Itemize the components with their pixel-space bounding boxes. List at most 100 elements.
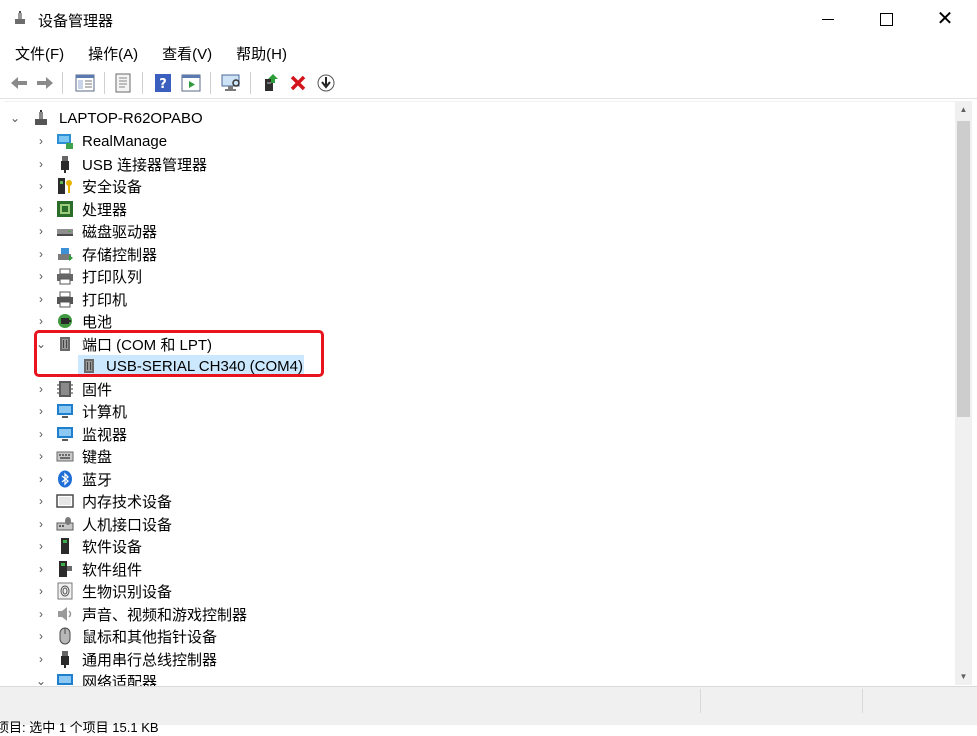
run-icon [181,74,201,92]
speaker-icon [58,607,72,621]
window-title: 设备管理器 [38,13,114,30]
chevron-right-icon[interactable]: › [36,224,46,238]
chevron-right-icon[interactable]: › [36,494,46,508]
tree-label: 软件组件 [82,561,143,579]
update-driver-button[interactable] [259,72,281,94]
software-component-icon [59,561,72,577]
tree-root[interactable]: ⌄ LAPTOP-R62OPABO [4,107,944,129]
help-icon: ? [155,74,171,92]
download-icon [317,74,335,92]
device-manager-icon [15,11,25,24]
chevron-right-icon[interactable]: › [36,292,46,306]
print-queue-icon [57,268,73,285]
chevron-right-icon[interactable]: › [36,427,46,441]
storage-controller-icon [58,248,73,261]
chevron-right-icon[interactable]: › [36,134,46,148]
device-tree[interactable]: ⌄ LAPTOP-R62OPABO › RealManage › USB 连接器… [4,101,955,686]
scroll-thumb[interactable] [957,121,970,417]
tree-label: 计算机 [82,403,128,421]
chevron-right-icon[interactable]: › [36,472,46,486]
maximize-icon [879,12,893,26]
chevron-right-icon[interactable]: › [36,517,46,531]
annotation-highlight-box [34,330,324,377]
firmware-chip-icon [57,381,73,397]
chevron-right-icon[interactable]: › [36,202,46,216]
status-text: 项目: 选中 1 个项目 15.1 KB [0,720,159,735]
action-view-button[interactable] [180,72,202,94]
tree-label: 处理器 [82,201,128,219]
vertical-scrollbar[interactable]: ▲ ▼ [955,101,972,685]
processor-chip-icon [57,201,73,217]
chevron-right-icon[interactable]: › [36,607,46,621]
chevron-right-icon[interactable]: › [36,449,46,463]
toolbar-separator [250,72,251,94]
memory-device-icon [56,494,74,508]
bluetooth-icon [58,470,72,488]
tree-label: 通用串行总线控制器 [82,651,218,669]
tree-label: 存储控制器 [82,246,158,264]
status-bar: 项目: 选中 1 个项目 15.1 KB [0,686,977,735]
scan-monitor-icon [221,74,240,91]
menu-help[interactable]: 帮助(H) [229,40,294,66]
driver-icon [115,73,131,93]
tree-label: 监视器 [82,426,128,444]
hid-icon [56,517,74,531]
tree-label: 安全设备 [82,178,143,196]
uninstall-button[interactable] [287,72,309,94]
tree-label: 声音、视频和游戏控制器 [82,606,248,624]
close-button[interactable]: ✕ [917,0,973,38]
tree-label: 网络适配器 [82,673,158,687]
chevron-right-icon[interactable]: › [36,562,46,576]
menu-action[interactable]: 操作(A) [81,40,145,66]
forward-button[interactable] [34,72,56,94]
chevron-right-icon[interactable]: › [36,179,46,193]
chevron-down-icon[interactable]: ⌄ [36,674,46,686]
chevron-right-icon[interactable]: › [36,382,46,396]
maximize-button[interactable] [858,0,914,38]
software-device-icon [61,538,69,554]
menu-view[interactable]: 查看(V) [155,40,219,66]
enable-device-button[interactable] [315,72,337,94]
chevron-right-icon[interactable]: › [36,247,46,261]
printer-icon [57,291,73,308]
usb-plug-icon [61,651,69,668]
device-manager-window: 设备管理器 ✕ 文件(F) 操作(A) 查看(V) 帮助(H) ? ⌄ LAPT… [0,0,977,735]
tree-label: 软件设备 [82,538,143,556]
network-monitor-icon [57,134,73,149]
tree-label: 电池 [82,313,113,331]
chevron-right-icon[interactable]: › [36,539,46,553]
properties-button[interactable] [112,72,134,94]
scan-hardware-button[interactable] [220,72,242,94]
chevron-down-icon[interactable]: ⌄ [10,111,20,125]
minimize-button[interactable] [800,0,856,38]
tree-label: 蓝牙 [82,471,113,489]
chevron-right-icon[interactable]: › [36,404,46,418]
properties-icon [75,74,95,92]
toolbar: ? [0,68,977,99]
usb-plug-icon [61,156,69,173]
tree-label: RealManage [82,132,168,150]
chevron-right-icon[interactable]: › [36,629,46,643]
back-arrow-icon [11,77,27,89]
chevron-right-icon[interactable]: › [36,652,46,666]
status-panel [0,689,701,713]
tree-label: 打印机 [82,291,128,309]
scroll-down-icon[interactable]: ▼ [955,668,972,685]
help-button[interactable]: ? [152,72,174,94]
chevron-right-icon[interactable]: › [36,314,46,328]
chevron-right-icon[interactable]: › [36,157,46,171]
menu-file[interactable]: 文件(F) [8,40,71,66]
scroll-up-icon[interactable]: ▲ [955,101,972,118]
keyboard-icon [56,451,74,462]
show-hide-tree-button[interactable] [74,72,96,94]
toolbar-separator [142,72,143,94]
back-button[interactable] [8,72,30,94]
chevron-right-icon[interactable]: › [36,584,46,598]
fingerprint-icon [57,582,73,600]
tree-label: USB 连接器管理器 [82,156,208,174]
security-key-icon [58,178,72,194]
forward-arrow-icon [37,77,53,89]
network-adapter-icon [57,674,73,685]
mouse-icon [59,627,71,645]
chevron-right-icon[interactable]: › [36,269,46,283]
